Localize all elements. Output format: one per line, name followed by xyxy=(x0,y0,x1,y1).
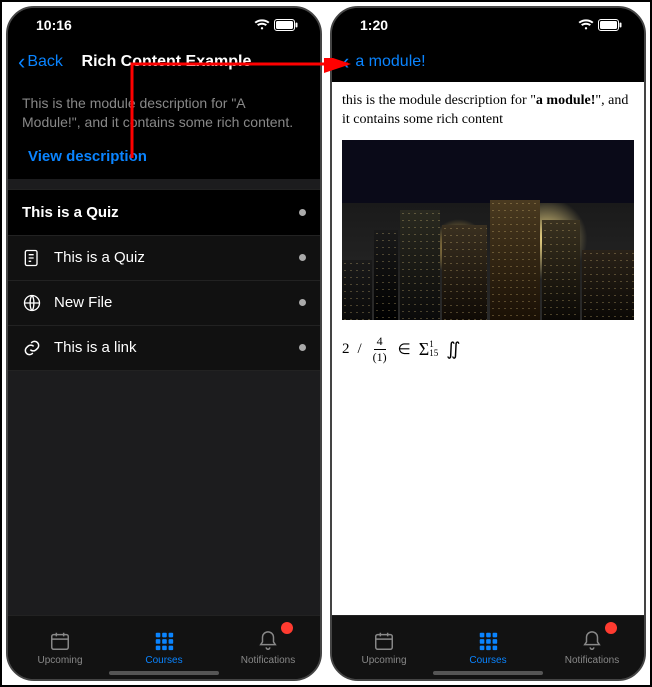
module-description: This is the module description for "A Mo… xyxy=(8,82,320,138)
tab-label: Upcoming xyxy=(37,655,82,666)
globe-icon xyxy=(22,293,42,313)
home-indicator xyxy=(109,671,219,675)
status-bar: 1:20 xyxy=(332,8,644,42)
tab-courses[interactable]: Courses xyxy=(112,616,216,679)
notification-badge-icon xyxy=(605,622,617,634)
status-dot-icon xyxy=(299,254,306,261)
list-item[interactable]: This is a link xyxy=(8,326,320,371)
notification-badge-icon xyxy=(281,622,293,634)
item-label: This is a link xyxy=(54,339,287,356)
formula: 2 / 4 (1) ∈ Σ 1 15 ∬ xyxy=(342,334,634,365)
item-label: New File xyxy=(54,294,287,311)
tab-label: Courses xyxy=(145,655,182,666)
tab-label: Notifications xyxy=(565,655,619,666)
status-dot-icon xyxy=(299,209,306,216)
item-label: This is a Quiz xyxy=(54,249,287,266)
list-item[interactable]: New File xyxy=(8,281,320,326)
back-button[interactable]: ‹ a module! xyxy=(342,51,426,73)
list-item[interactable]: This is a Quiz xyxy=(8,236,320,281)
fraction: 4 (1) xyxy=(370,334,390,365)
status-dot-icon xyxy=(299,299,306,306)
tab-label: Upcoming xyxy=(361,655,406,666)
status-icons xyxy=(254,19,298,31)
content-area: this is the module description for "a mo… xyxy=(332,82,644,615)
battery-icon xyxy=(274,19,298,31)
tab-bar: Upcoming Courses Notifications xyxy=(8,615,320,679)
phone-left: 10:16 ‹ Back Rich Content Example This i… xyxy=(6,6,322,681)
sigma-icon: Σ xyxy=(419,339,429,360)
chevron-left-icon: ‹ xyxy=(342,51,349,73)
tab-courses[interactable]: Courses xyxy=(436,616,540,679)
phone-right: 1:20 ‹ a module! this is the module desc… xyxy=(330,6,646,681)
section-title: This is a Quiz xyxy=(22,204,119,221)
link-icon xyxy=(22,338,42,358)
status-dot-icon xyxy=(299,344,306,351)
content-image xyxy=(342,140,634,320)
tab-notifications[interactable]: Notifications xyxy=(216,616,320,679)
quiz-icon xyxy=(22,248,42,268)
home-indicator xyxy=(433,671,543,675)
nav-bar: ‹ a module! xyxy=(332,42,644,82)
tab-upcoming[interactable]: Upcoming xyxy=(332,616,436,679)
wifi-icon xyxy=(578,19,594,31)
module-description: this is the module description for "a mo… xyxy=(342,92,634,130)
tab-bar: Upcoming Courses Notifications xyxy=(332,615,644,679)
status-time: 1:20 xyxy=(360,17,388,33)
status-bar: 10:16 xyxy=(8,8,320,42)
battery-icon xyxy=(598,19,622,31)
wifi-icon xyxy=(254,19,270,31)
view-description-link[interactable]: View description xyxy=(8,138,320,179)
status-icons xyxy=(578,19,622,31)
content-area: This is the module description for "A Mo… xyxy=(8,82,320,615)
nav-bar: ‹ Back Rich Content Example xyxy=(8,42,320,82)
integral-icon: ∬ xyxy=(446,339,460,360)
tab-label: Notifications xyxy=(241,655,295,666)
status-time: 10:16 xyxy=(36,17,72,33)
tab-notifications[interactable]: Notifications xyxy=(540,616,644,679)
page-title: Rich Content Example xyxy=(23,53,310,71)
section-header[interactable]: This is a Quiz xyxy=(8,189,320,236)
tab-label: Courses xyxy=(469,655,506,666)
tab-upcoming[interactable]: Upcoming xyxy=(8,616,112,679)
back-label: a module! xyxy=(355,53,425,71)
